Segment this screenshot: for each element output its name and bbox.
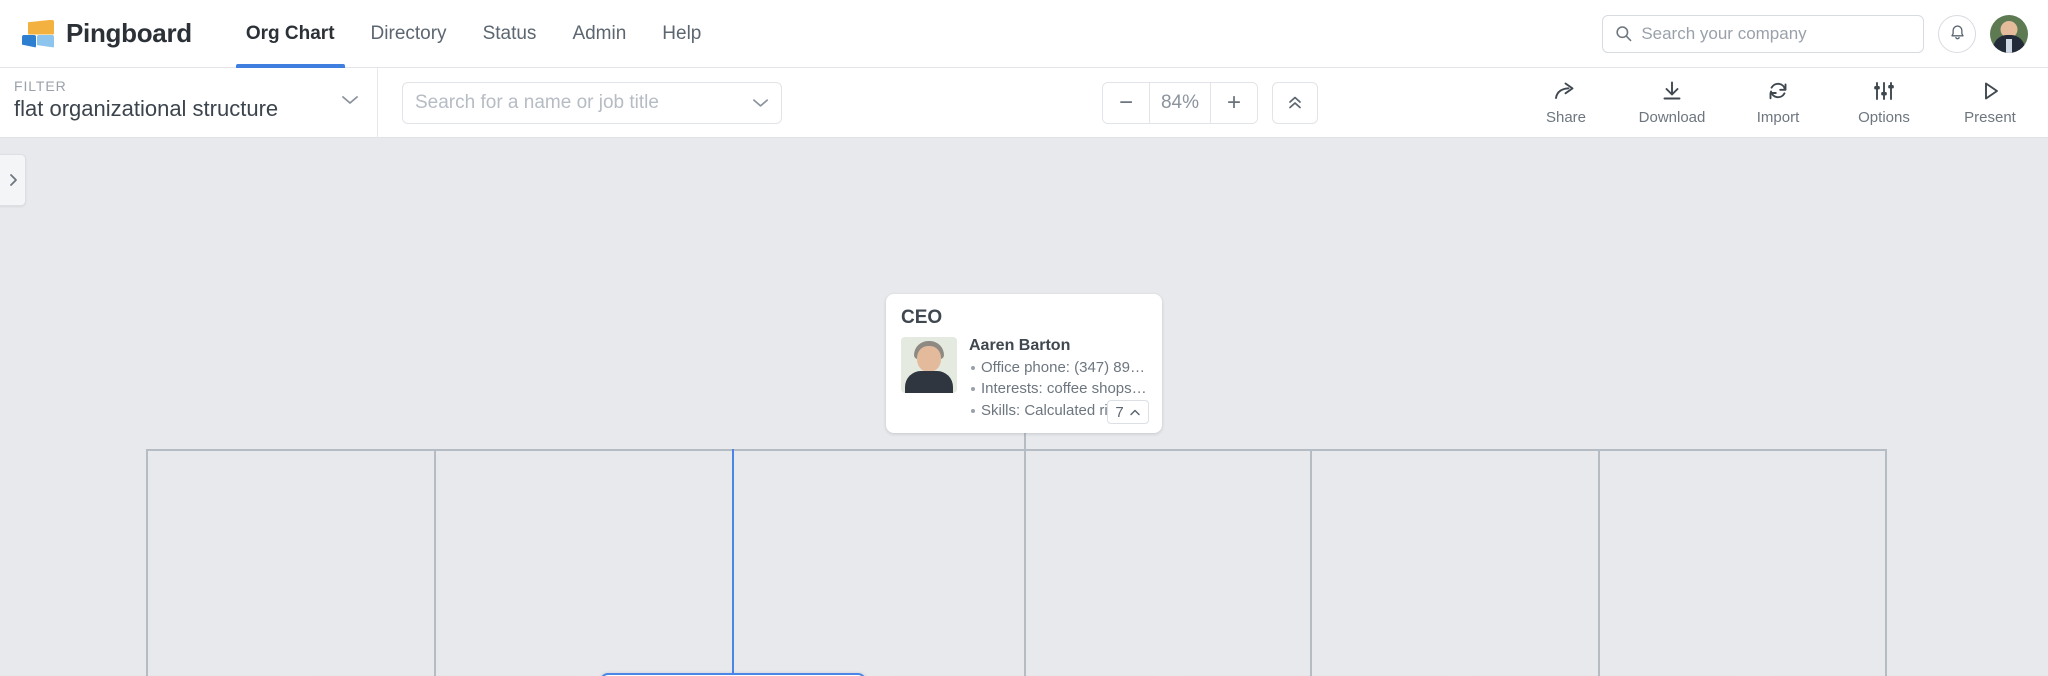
nav-link-label: Org Chart <box>245 22 335 44</box>
brand-name: Pingboard <box>66 18 192 48</box>
connector-bus <box>146 449 1886 451</box>
top-navigation-bar: Pingboard Org Chart Directory Status Adm… <box>0 0 2048 68</box>
refresh-import-icon <box>1769 82 1787 99</box>
direct-reports-badge[interactable]: 7 <box>1107 400 1149 424</box>
nav-link-label: Admin <box>572 22 627 44</box>
nav-link-status[interactable]: Status <box>465 0 555 68</box>
card-job-title: CEO <box>901 307 943 328</box>
sidebar-toggle-button[interactable] <box>0 154 26 206</box>
nav-link-label: Directory <box>370 22 447 44</box>
connector-drop <box>1310 449 1312 676</box>
main-nav-links: Org Chart Directory Status Admin Help <box>228 0 720 68</box>
bell-icon <box>1950 25 1964 40</box>
connector-drop <box>1598 449 1600 676</box>
pingboard-logo-icon <box>22 19 56 49</box>
chevron-up-icon <box>1129 409 1140 415</box>
zoom-out-button[interactable]: − <box>1103 82 1149 123</box>
nav-link-label: Status <box>482 22 537 44</box>
share-arrow-icon <box>1555 82 1574 99</box>
zoom-controls: − 84% + <box>1102 81 1318 124</box>
import-label: Import <box>1756 108 1800 126</box>
nav-link-help[interactable]: Help <box>644 0 719 68</box>
person-photo <box>901 337 957 393</box>
org-card-root[interactable]: CEO Aaren Barton Office phone: (347) 899… <box>886 294 1162 433</box>
user-avatar[interactable] <box>1990 14 2028 53</box>
company-search-input[interactable] <box>1641 23 1911 44</box>
person-detail-phone: Office phone: (347) 899-... <box>969 357 1147 378</box>
zoom-pill: − 84% + <box>1102 81 1258 124</box>
filter-value: flat organizational structure <box>14 95 279 121</box>
nav-link-org-chart[interactable]: Org Chart <box>228 0 353 68</box>
share-label: Share <box>1545 108 1587 126</box>
connector-drop <box>146 449 148 676</box>
download-button[interactable]: Download <box>1636 80 1708 126</box>
org-chart-canvas[interactable]: CEO Aaren Barton Office phone: (347) 899… <box>0 139 2048 676</box>
download-label: Download <box>1638 108 1706 126</box>
filter-selector[interactable]: FILTER flat organizational structure <box>0 67 378 138</box>
search-icon <box>1616 26 1632 42</box>
person-detail-interests: Interests: coffee shops, d... <box>969 378 1147 399</box>
connector-drop <box>434 449 436 676</box>
connector-drop <box>1024 449 1026 676</box>
brand-logo[interactable]: Pingboard <box>22 18 192 49</box>
chevron-down-icon[interactable] <box>752 97 769 109</box>
play-present-icon <box>1985 82 1998 99</box>
zoom-level-value: 84% <box>1149 82 1211 123</box>
direct-reports-count: 7 <box>1115 403 1124 421</box>
chevron-down-icon <box>342 95 358 104</box>
org-chart-toolbar: FILTER flat organizational structure − 8… <box>0 67 2048 138</box>
options-button[interactable]: Options <box>1848 80 1920 126</box>
nav-right-group <box>1602 14 2028 53</box>
download-icon <box>1663 81 1681 99</box>
company-search-box[interactable] <box>1602 14 1924 53</box>
notifications-button[interactable] <box>1938 14 1976 53</box>
connector-drop <box>1885 449 1887 676</box>
nav-link-directory[interactable]: Directory <box>353 0 465 68</box>
name-job-search-input[interactable] <box>415 91 752 114</box>
chevron-right-icon <box>10 174 17 186</box>
filter-label: FILTER <box>14 77 67 94</box>
import-button[interactable]: Import <box>1742 80 1814 126</box>
share-button[interactable]: Share <box>1530 80 1602 126</box>
sliders-options-icon <box>1874 81 1894 100</box>
name-job-search-box[interactable] <box>402 81 782 124</box>
present-label: Present <box>1964 108 2016 126</box>
collapse-all-button[interactable] <box>1272 81 1318 124</box>
zoom-in-button[interactable]: + <box>1211 82 1257 123</box>
options-label: Options <box>1858 108 1910 126</box>
double-chevron-up-icon <box>1289 96 1301 108</box>
present-button[interactable]: Present <box>1954 80 2026 126</box>
nav-link-admin[interactable]: Admin <box>554 0 644 68</box>
toolbar-actions: Share Download Import Options Present <box>1530 80 2026 126</box>
person-name: Aaren Barton <box>969 337 1071 354</box>
nav-link-label: Help <box>662 22 702 44</box>
connector-drop-selected <box>732 449 734 676</box>
